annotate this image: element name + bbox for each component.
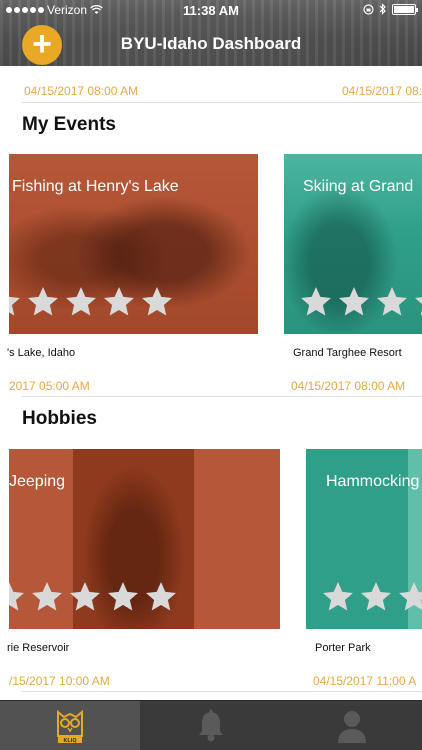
hobby-location: rie Reservoir: [7, 642, 70, 654]
star-icon: [70, 582, 100, 611]
star-icon: [32, 582, 62, 611]
user-icon: [338, 711, 366, 743]
event-location: 's Lake, Idaho: [7, 347, 76, 359]
divider: [22, 102, 422, 103]
hobby-date: /15/2017 10:00 AM: [9, 674, 110, 688]
event-date: 2017 05:00 AM: [9, 379, 90, 393]
rating-stars: [320, 579, 422, 615]
star-icon: [339, 287, 369, 316]
star-icon: [104, 287, 134, 316]
star-icon: [108, 582, 138, 611]
hobby-location: Porter Park: [315, 642, 371, 654]
tab-notifications[interactable]: [141, 701, 281, 750]
lock-rotation-icon: [363, 3, 374, 15]
owl-logo-icon: KLIQ: [57, 709, 83, 744]
logo-text: KLIQ: [63, 738, 76, 744]
star-icon: [142, 287, 172, 316]
event-title: Fishing at Henry's Lake: [12, 178, 179, 195]
event-date: 04/15/2017 08:00 AM: [291, 379, 406, 393]
hobby-card-jeeping[interactable]: Jeeping: [9, 449, 280, 629]
rating-stars: [9, 579, 179, 615]
hobby-card-hammocking[interactable]: Hammocking: [306, 449, 422, 629]
event-card-fishing[interactable]: Fishing at Henry's Lake: [9, 154, 258, 334]
tab-bar: KLIQ: [0, 700, 422, 750]
bell-icon: [199, 709, 223, 742]
star-icon: [9, 296, 20, 316]
top-date-row: 04/15/2017 08:00 AM 04/15/2017 08:00 AM: [0, 84, 422, 104]
star-icon: [399, 582, 422, 611]
hobby-date: 04/15/2017 11:00 A: [313, 674, 417, 688]
divider: [22, 691, 422, 692]
app-header: Verizon 11:38 AM + BYU-Idaho Dashboard: [0, 0, 422, 66]
event-date: 04/15/2017 08:00 AM: [342, 84, 422, 98]
event-date: 04/15/2017 08:00 AM: [24, 84, 139, 98]
page-title: BYU-Idaho Dashboard: [120, 34, 302, 53]
star-icon: [66, 287, 96, 316]
rating-stars: [9, 284, 175, 320]
star-icon: [9, 582, 24, 611]
star-icon: [146, 582, 176, 611]
section-title-my-events: My Events: [22, 114, 116, 135]
event-card-skiing[interactable]: Skiing at Grand: [284, 154, 422, 334]
divider: [22, 396, 422, 397]
star-icon: [301, 287, 331, 316]
rating-stars: [298, 284, 422, 320]
star-icon: [361, 582, 391, 611]
star-icon: [415, 297, 422, 316]
bluetooth-icon: [379, 3, 386, 15]
battery-icon: [392, 3, 418, 15]
section-title-hobbies: Hobbies: [22, 408, 97, 429]
dashboard-content[interactable]: 04/15/2017 08:00 AM 04/15/2017 08:00 AM …: [0, 66, 422, 700]
status-time: 11:38 AM: [183, 3, 239, 18]
tab-home[interactable]: KLIQ: [0, 701, 140, 750]
event-title: Skiing at Grand: [303, 178, 414, 195]
event-location: Grand Targhee Resort: [293, 347, 402, 359]
star-icon: [377, 287, 407, 316]
star-icon: [28, 287, 58, 316]
hobby-title: Hammocking: [326, 473, 420, 490]
star-icon: [323, 582, 353, 611]
status-bar: Verizon 11:38 AM: [0, 0, 422, 20]
hobby-title: Jeeping: [9, 473, 66, 490]
status-icons: [363, 3, 418, 15]
tab-profile[interactable]: [282, 701, 422, 750]
